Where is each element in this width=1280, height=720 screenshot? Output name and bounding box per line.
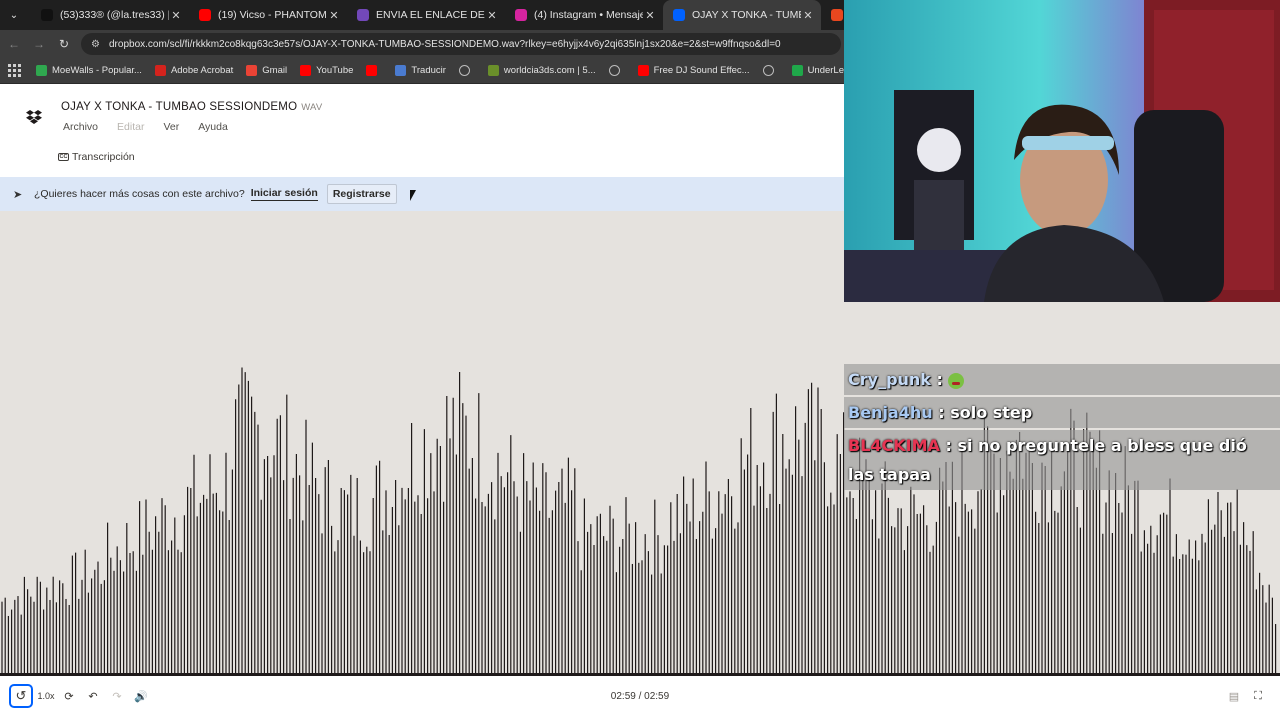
globe-icon (458, 65, 470, 76)
globe-icon (608, 65, 620, 76)
captions-toggle-icon[interactable]: ▤ (1226, 684, 1242, 708)
url-text: dropbox.com/scl/fi/rkkkm2co8kqg63c3e57s/… (109, 38, 781, 50)
replay-icon[interactable]: ↺ (9, 684, 33, 708)
site-icon (487, 65, 499, 76)
bookmark-label: Gmail (262, 65, 288, 76)
form-icon (357, 9, 369, 21)
close-tab-icon[interactable]: ✕ (485, 9, 499, 22)
bookmark-item[interactable]: MoeWalls - Popular... (36, 65, 142, 76)
site-info-icon[interactable]: ⚙ (91, 39, 103, 50)
close-tab-icon[interactable]: ✕ (327, 9, 341, 22)
loop-icon[interactable]: ⟳ (61, 684, 77, 708)
youtube-icon (637, 65, 649, 76)
transcription-label: Transcripción (72, 151, 135, 163)
stream-chat: Cry_punk : Benja4hu : solo step BL4CKIMA… (844, 364, 1280, 492)
menu-editar: Editar (117, 121, 145, 133)
bookmark-label: Traducir (411, 65, 446, 76)
fullscreen-icon[interactable]: ⛶ (1250, 684, 1266, 708)
bookmark-item[interactable] (366, 65, 382, 76)
youtube-icon (199, 9, 211, 21)
app-icon (831, 9, 843, 21)
file-title: OJAY X TONKA - TUMBAO SESSIONDEMO WAV (61, 101, 322, 113)
acrobat-icon (154, 65, 166, 76)
file-menu-bar: Archivo Editar Ver Ayuda (63, 121, 247, 133)
translate-icon (395, 65, 407, 76)
browser-tab[interactable]: ENVIA EL ENLACE DE TU TRACK✕ (347, 0, 505, 30)
forward-10-icon: ↷ (112, 690, 122, 703)
playback-time: 02:59 / 02:59 (610, 690, 670, 702)
file-name: OJAY X TONKA - TUMBAO SESSIONDEMO (61, 101, 298, 113)
apps-grid-icon[interactable] (8, 63, 22, 78)
chat-message: BL4CKIMA : si no preguntele a bless que … (844, 430, 1280, 490)
screen: ⌄ (53)333® (@la.tres33) | TikTok✕(19) Vi… (0, 0, 1280, 720)
youtube-icon (366, 65, 378, 76)
bookmark-item[interactable]: Free DJ Sound Effec... (637, 65, 750, 76)
close-tab-icon[interactable]: ✕ (801, 9, 815, 22)
frog-emoji-icon (948, 372, 965, 389)
signin-link[interactable]: Iniciar sesión (250, 187, 318, 201)
chat-username: BL4CKIMA (848, 436, 940, 455)
instagram-icon (515, 9, 527, 21)
mouse-cursor (410, 190, 416, 201)
browser-tab[interactable]: (53)333® (@la.tres33) | TikTok✕ (31, 0, 189, 30)
tab-title: (53)333® (@la.tres33) | TikTok (60, 9, 169, 21)
player-controls: ↺ 1.0x ⟳ ↶ ↷ 🔊 02:59 / 02:59 ▤ ⛶ (0, 676, 1280, 720)
bookmark-label: YouTube (316, 65, 354, 76)
youtube-icon (300, 65, 312, 76)
bookmark-label: MoeWalls - Popular... (52, 65, 142, 76)
tab-title: OJAY X TONKA - TUMBAO SESSIONDEMO (692, 9, 801, 21)
bookmark-item[interactable] (608, 65, 625, 76)
close-tab-icon[interactable]: ✕ (643, 9, 657, 22)
moewalls-icon (36, 65, 47, 76)
browser-tab[interactable]: (4) Instagram • Mensajes ✕ (505, 0, 663, 30)
dropbox-logo-icon[interactable] (26, 110, 42, 124)
tab-title: (19) Vicso - PHANTOM / SAOS (218, 9, 327, 21)
underless-icon (791, 65, 803, 76)
forward-icon[interactable]: → (28, 33, 50, 55)
closed-captions-icon: CC (58, 153, 69, 161)
gmail-icon (246, 65, 258, 76)
banner-question: ¿Quieres hacer más cosas con este archiv… (34, 188, 245, 200)
reload-icon[interactable]: ↻ (53, 33, 75, 55)
browser-tab[interactable]: (19) Vicso - PHANTOM / SAOS✕ (189, 0, 347, 30)
address-bar[interactable]: ⚙ dropbox.com/scl/fi/rkkkm2co8kqg63c3e57… (81, 33, 841, 55)
rocket-icon: ➤ (13, 188, 23, 201)
rewind-10-icon[interactable]: ↶ (85, 684, 101, 708)
chat-message: Cry_punk : (844, 364, 1280, 395)
bookmark-item[interactable]: YouTube (300, 65, 353, 76)
chat-username: Benja4hu (848, 403, 933, 422)
globe-icon (762, 65, 774, 76)
file-extension: WAV (301, 102, 323, 113)
register-button[interactable]: Registrarse (326, 184, 397, 204)
webcam-overlay (844, 0, 1280, 302)
transcription-button[interactable]: CC Transcripción (58, 151, 135, 163)
dropbox-icon (673, 9, 685, 21)
tiktok-icon (41, 9, 53, 21)
menu-archivo[interactable]: Archivo (63, 121, 98, 133)
tab-title: ENVIA EL ENLACE DE TU TRACK (376, 9, 485, 21)
bookmark-item[interactable] (762, 65, 779, 76)
chat-username: Cry_punk (848, 370, 931, 389)
close-tab-icon[interactable]: ✕ (169, 9, 183, 22)
menu-ver[interactable]: Ver (163, 121, 179, 133)
bookmark-label: Adobe Acrobat (170, 65, 234, 76)
bookmark-item[interactable]: worldcia3ds.com | 5... (487, 65, 596, 76)
bookmark-item[interactable]: Traducir (395, 65, 446, 76)
bookmark-item[interactable] (458, 65, 475, 76)
bookmark-item[interactable]: Adobe Acrobat (154, 65, 234, 76)
tab-title: (4) Instagram • Mensajes (534, 9, 643, 21)
volume-icon[interactable]: 🔊 (133, 684, 149, 708)
bookmark-label: Free DJ Sound Effec... (653, 65, 750, 76)
bookmark-label: worldcia3ds.com | 5... (503, 65, 596, 76)
tab-search-icon[interactable]: ⌄ (3, 4, 25, 26)
back-icon[interactable]: ← (3, 33, 25, 55)
chat-message: Benja4hu : solo step (844, 397, 1280, 428)
playback-speed-button[interactable]: 1.0x (35, 684, 57, 708)
menu-ayuda[interactable]: Ayuda (198, 121, 228, 133)
chat-text: solo step (950, 403, 1033, 422)
browser-tab[interactable]: OJAY X TONKA - TUMBAO SESSIONDEMO✕ (663, 0, 821, 30)
bookmark-item[interactable]: Gmail (246, 65, 287, 76)
